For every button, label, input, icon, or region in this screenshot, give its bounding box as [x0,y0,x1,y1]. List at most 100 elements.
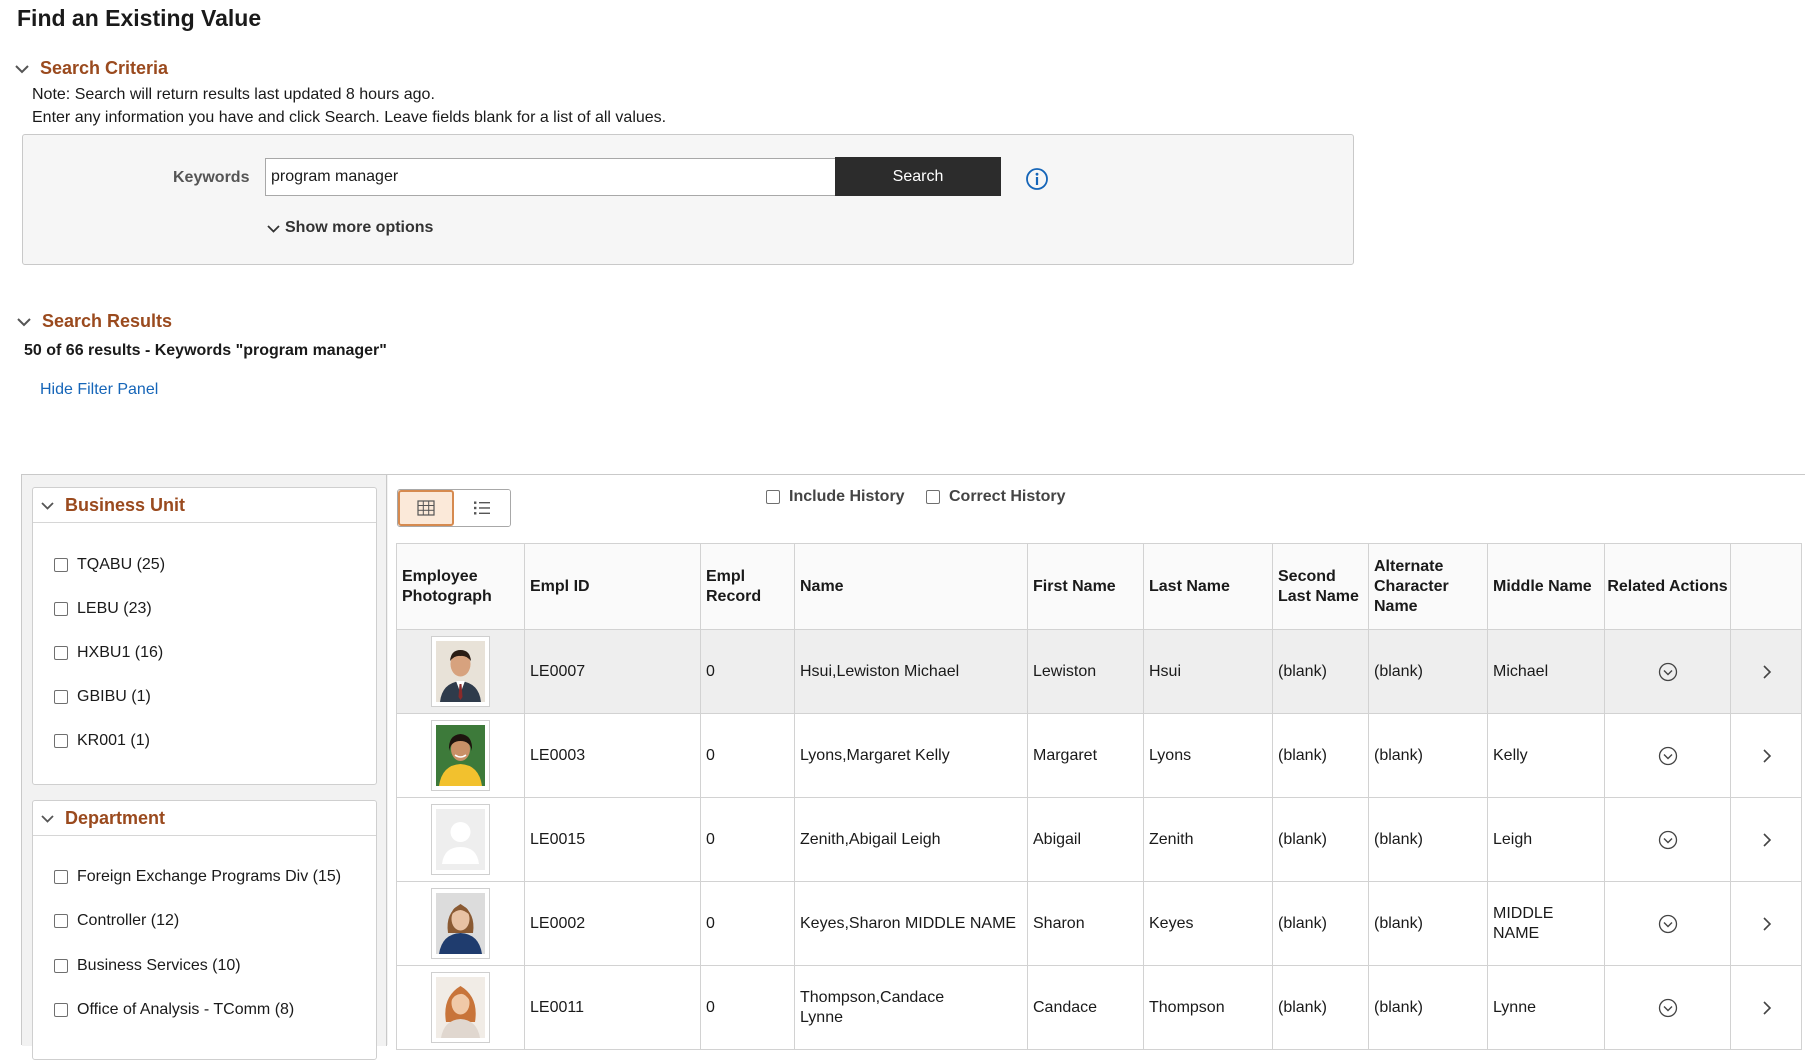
keywords-input[interactable]: program manager [265,158,838,196]
middle-name-cell: Kelly [1487,714,1604,797]
include-history-option[interactable]: Include History [766,488,905,506]
column-header[interactable]: Empl Record [700,544,794,629]
list-view-button[interactable] [454,490,510,526]
facet-option-label: Foreign Exchange Programs Div (15) [77,868,342,885]
include-history-label: Include History [789,488,905,505]
search-results-header[interactable]: Search Results [15,311,172,332]
facet-option[interactable]: LEBU (23) [54,600,152,618]
include-history-checkbox[interactable] [766,490,780,504]
facet-header[interactable]: Department [33,801,376,836]
related-actions-icon[interactable] [1658,746,1678,766]
column-header[interactable]: Employee Photograph [397,544,524,629]
name-cell: Hsui,Lewiston Michael [794,630,1027,713]
correct-history-option[interactable]: Correct History [926,488,1065,506]
second-last-name-cell: (blank) [1272,798,1368,881]
empl-record-cell: 0 [700,882,794,965]
correct-history-checkbox[interactable] [926,490,940,504]
column-header[interactable]: Middle Name [1487,544,1604,629]
facet-option-label: Controller (12) [77,912,180,929]
row-detail-cell [1730,714,1803,797]
facet-option[interactable]: HXBU1 (16) [54,644,163,662]
second-last-name-cell: (blank) [1272,630,1368,713]
related-actions-icon[interactable] [1658,914,1678,934]
employee-photo [431,804,490,875]
table-row[interactable]: LE0011 0 Thompson,Candace Lynne Candace … [396,966,1802,1050]
first-name-cell: Abigail [1027,798,1143,881]
last-name-cell: Zenith [1143,798,1272,881]
first-name-cell: Margaret [1027,714,1143,797]
person-placeholder-icon [436,809,485,870]
related-actions-icon[interactable] [1658,662,1678,682]
checkbox[interactable] [54,914,68,928]
facet-option[interactable]: GBIBU (1) [54,688,151,706]
table-row[interactable]: LE0007 0 Hsui,Lewiston Michael Lewiston … [396,630,1802,714]
search-results-title: Search Results [42,311,173,331]
facet-option[interactable]: Foreign Exchange Programs Div (15) [54,868,341,886]
column-header[interactable]: Second Last Name [1272,544,1368,629]
empl-record-cell: 0 [700,630,794,713]
column-header[interactable]: Name [794,544,1027,629]
checkbox[interactable] [54,734,68,748]
facet-header[interactable]: Business Unit [33,488,376,523]
search-button[interactable]: Search [835,157,1001,196]
alt-char-name-cell: (blank) [1368,714,1487,797]
empl-record-cell: 0 [700,798,794,881]
chevron-right-icon[interactable] [1760,748,1774,764]
person-photo-icon [436,893,485,954]
column-header[interactable]: Empl ID [524,544,700,629]
facet-option[interactable]: Business Services (10) [54,957,241,975]
middle-name-cell: Leigh [1487,798,1604,881]
result-count: 50 of 66 results - Keywords "program man… [24,342,387,359]
facet-option-label: TQABU (25) [77,556,166,573]
chevron-down-icon [41,814,54,823]
employee-photo [431,888,490,959]
view-toggle [397,489,511,527]
middle-name-cell: Michael [1487,630,1604,713]
column-header-blank [1730,544,1803,629]
search-criteria-header[interactable]: Search Criteria [13,58,168,79]
first-name-cell: Lewiston [1027,630,1143,713]
table-row[interactable]: LE0015 0 Zenith,Abigail Leigh Abigail Ze… [396,798,1802,882]
facet-option-label: HXBU1 (16) [77,644,164,661]
person-photo-icon [436,977,485,1038]
second-last-name-cell: (blank) [1272,714,1368,797]
chevron-right-icon[interactable] [1760,916,1774,932]
related-actions-icon[interactable] [1658,830,1678,850]
info-icon[interactable] [1025,167,1049,191]
grid-view-button[interactable] [398,490,455,526]
chevron-right-icon[interactable] [1760,832,1774,848]
column-header[interactable]: Last Name [1143,544,1272,629]
show-more-options[interactable]: Show more options [266,219,433,237]
empl-id-cell: LE0003 [524,714,700,797]
second-last-name-cell: (blank) [1272,966,1368,1049]
facet-option[interactable]: TQABU (25) [54,556,165,574]
filter-panel: Business Unit TQABU (25) LEBU (23) HXBU1… [22,475,387,1060]
checkbox[interactable] [54,646,68,660]
column-header[interactable]: Alternate Character Name [1368,544,1487,629]
facet-option[interactable]: KR001 (1) [54,732,150,750]
search-instructions: Enter any information you have and click… [32,109,667,126]
last-name-cell: Hsui [1143,630,1272,713]
checkbox[interactable] [54,870,68,884]
checkbox[interactable] [54,690,68,704]
chevron-down-icon [17,317,31,326]
hide-filter-panel-link[interactable]: Hide Filter Panel [40,381,158,399]
column-header: Related Actions [1604,544,1730,629]
checkbox[interactable] [54,602,68,616]
name-cell: Thompson,Candace Lynne [794,966,1027,1049]
chevron-right-icon[interactable] [1760,1000,1774,1016]
column-header[interactable]: First Name [1027,544,1143,629]
facet-option[interactable]: Controller (12) [54,912,179,930]
list-icon [474,501,491,515]
facet-option[interactable]: Office of Analysis - TComm (8) [54,1001,294,1019]
table-row[interactable]: LE0003 0 Lyons,Margaret Kelly Margaret L… [396,714,1802,798]
checkbox[interactable] [54,959,68,973]
table-row[interactable]: LE0002 0 Keyes,Sharon MIDDLE NAME Sharon… [396,882,1802,966]
employee-photo [431,636,490,707]
related-actions-icon[interactable] [1658,998,1678,1018]
checkbox[interactable] [54,1003,68,1017]
chevron-right-icon[interactable] [1760,664,1774,680]
facet-option-label: GBIBU (1) [77,688,151,705]
search-note: Note: Search will return results last up… [32,86,435,103]
checkbox[interactable] [54,558,68,572]
